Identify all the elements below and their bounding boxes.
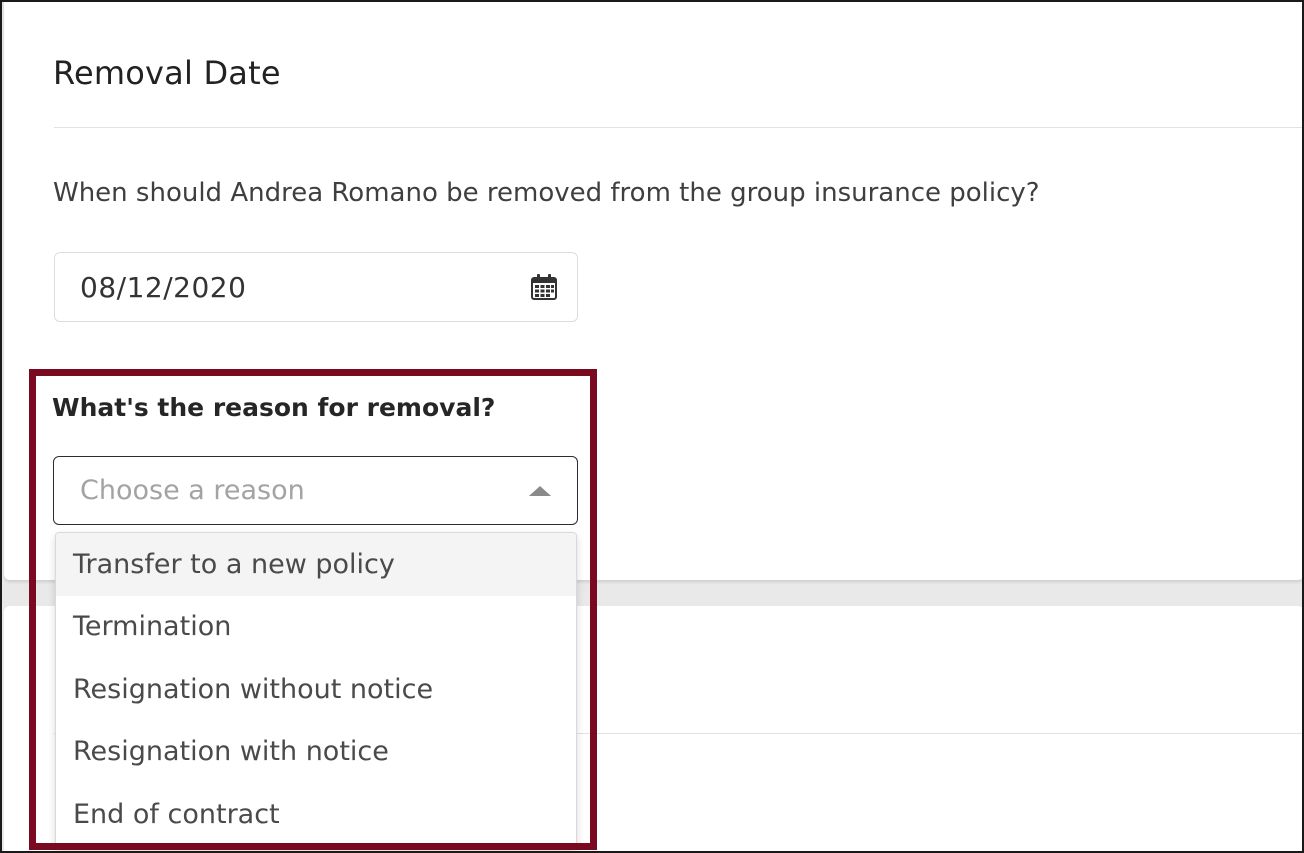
- section-title: Removal Date: [53, 54, 281, 92]
- calendar-icon[interactable]: [529, 272, 559, 302]
- divider: [54, 127, 1304, 128]
- reason-dropdown-menu: Transfer to a new policy Termination Res…: [55, 532, 577, 850]
- option-transfer-to-new-policy[interactable]: Transfer to a new policy: [56, 533, 576, 596]
- removal-date-question: When should Andrea Romano be removed fro…: [53, 178, 1040, 208]
- date-value: 08/12/2020: [80, 270, 247, 304]
- option-resignation-with-notice[interactable]: Resignation with notice: [56, 721, 576, 784]
- reason-placeholder: Choose a reason: [80, 475, 305, 506]
- removal-date-input[interactable]: 08/12/2020: [54, 252, 578, 322]
- chevron-up-icon[interactable]: [529, 485, 551, 496]
- option-end-of-contract[interactable]: End of contract: [56, 783, 576, 846]
- option-resignation-without-notice[interactable]: Resignation without notice: [56, 658, 576, 721]
- option-termination[interactable]: Termination: [56, 596, 576, 659]
- reason-label: What's the reason for removal?: [52, 393, 496, 422]
- reason-select[interactable]: Choose a reason: [53, 456, 578, 525]
